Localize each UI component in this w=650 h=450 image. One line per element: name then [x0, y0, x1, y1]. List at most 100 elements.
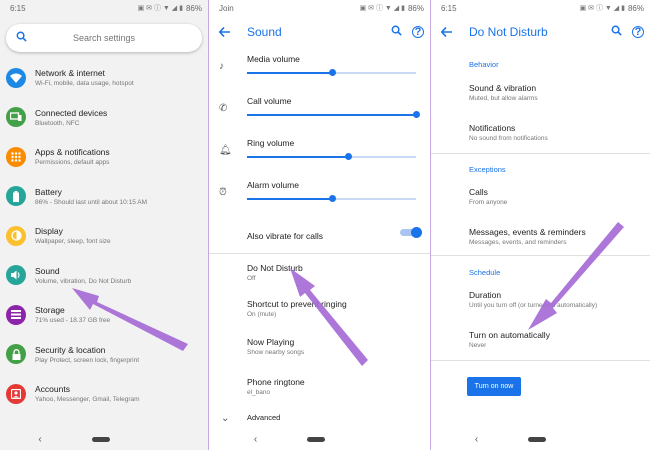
back-arrow-icon[interactable]: [218, 25, 247, 40]
settings-item-title: Security & location: [35, 344, 106, 355]
status-icons: ▣ ✉ ⓘ ▼ ◢ ▮: [579, 5, 625, 12]
sound-panel: Join ▣ ✉ ⓘ ▼ ◢ ▮ 86% Sound ? ♪ Media vol…: [208, 0, 430, 450]
settings-item-subtitle: Wi-Fi, mobile, data usage, hotspot: [35, 80, 134, 88]
section-exceptions: Exceptions: [469, 165, 506, 174]
row-title: Messages, events & reminders: [469, 227, 586, 237]
row-title: Shortcut to prevent ringing: [247, 299, 347, 309]
alarm-volume-row: ⏰︎ Alarm volume: [209, 174, 430, 216]
notifications-row[interactable]: Notifications No sound from notification…: [431, 123, 650, 153]
wifi-icon: [6, 67, 26, 88]
row-title: Duration: [469, 290, 502, 300]
sound-vibration-row[interactable]: Sound & vibration Muted, but allow alarm…: [431, 83, 650, 123]
row-subtitle: No sound from notifications: [469, 135, 548, 142]
settings-item-subtitle: Volume, vibration, Do Not Disturb: [35, 277, 132, 285]
settings-item-title: Apps & notifications: [35, 147, 110, 158]
media-volume-row: ♪ Media volume: [209, 48, 430, 90]
settings-item-subtitle: Wallpaper, sleep, font size: [35, 238, 111, 246]
battery-icon: [6, 186, 26, 207]
duration-row[interactable]: Duration Until you turn off (or turned o…: [431, 290, 650, 330]
settings-item-title: Battery: [35, 186, 62, 197]
call-volume-row: ✆ Call volume: [209, 90, 430, 132]
do-not-disturb-row[interactable]: Do Not Disturb Off: [209, 254, 430, 296]
row-subtitle: From anyone: [469, 199, 508, 206]
messages-row[interactable]: Messages, events & reminders Messages, e…: [431, 227, 650, 255]
settings-item-subtitle: Play Protect, screen lock, fingerprint: [35, 356, 140, 364]
page-title: Sound: [247, 25, 282, 39]
advanced-row[interactable]: ⌄ Advanced: [209, 410, 430, 424]
turn-on-now-button[interactable]: Turn on now: [467, 377, 521, 396]
divider: [431, 255, 650, 256]
media-volume-slider[interactable]: [247, 69, 416, 76]
settings-list: Network & internet Wi-Fi, mobile, data us…: [0, 58, 208, 414]
ring-volume-slider[interactable]: [247, 153, 416, 160]
settings-item-title: Display: [35, 226, 63, 237]
phone-icon: ✆: [219, 103, 228, 114]
status-time: 6:15: [441, 3, 457, 13]
row-title: Now Playing: [247, 337, 295, 347]
help-icon[interactable]: ?: [632, 26, 644, 38]
search-icon[interactable]: [611, 25, 622, 39]
help-icon[interactable]: ?: [412, 26, 424, 38]
status-battery: 86%: [627, 3, 644, 13]
settings-item-subtitle: Yahoo, Messenger, Gmail, Telegram: [35, 396, 140, 404]
row-subtitle: Off: [247, 275, 256, 282]
nav-home-pill[interactable]: [528, 436, 547, 442]
page-title: Do Not Disturb: [469, 25, 548, 39]
vibrate-row[interactable]: Also vibrate for calls: [209, 226, 430, 253]
settings-item-accounts[interactable]: Accounts Yahoo, Messenger, Gmail, Telegra…: [0, 374, 208, 414]
music-note-icon: ♪: [219, 61, 224, 72]
alarm-volume-slider[interactable]: [247, 195, 416, 202]
shortcut-row[interactable]: Shortcut to prevent ringing On (mute): [209, 296, 430, 334]
nav-back-icon[interactable]: ‹: [475, 434, 478, 445]
row-subtitle: Muted, but allow alarms: [469, 95, 538, 102]
settings-item-connected-devices[interactable]: Connected devices Bluetooth, NFC: [0, 98, 208, 138]
ringtone-row[interactable]: Phone ringtone el_bano: [209, 374, 430, 410]
storage-icon: [6, 304, 26, 325]
app-bar: Do Not Disturb ?: [431, 16, 650, 48]
settings-item-title: Network & internet: [35, 68, 105, 79]
settings-item-security[interactable]: Security & location Play Protect, screen …: [0, 335, 208, 375]
now-playing-row[interactable]: Now Playing Show nearby songs: [209, 334, 430, 374]
sound-icon: [6, 265, 26, 286]
row-title: Sound & vibration: [469, 83, 537, 93]
calls-row[interactable]: Calls From anyone: [431, 187, 650, 227]
devices-icon: [6, 107, 26, 128]
settings-item-subtitle: 71% used - 18.37 GB free: [35, 317, 111, 325]
section-schedule: Schedule: [469, 268, 501, 277]
ring-volume-row: 🔔︎ Ring volume: [209, 132, 430, 174]
nav-bar: ‹: [431, 428, 650, 450]
back-arrow-icon[interactable]: [440, 25, 469, 40]
row-title: Calls: [469, 187, 488, 197]
nav-home-pill[interactable]: [91, 436, 110, 442]
settings-panel: 6:15 ▣ ✉ ⓘ ▼ ◢ ▮ 86% Network & internetW…: [0, 0, 208, 450]
row-subtitle: Show nearby songs: [247, 349, 305, 356]
nav-bar: ‹: [209, 428, 430, 450]
row-subtitle: Messages, events, and reminders: [469, 239, 567, 246]
settings-item-network[interactable]: Network & internet Wi-Fi, mobile, data us…: [0, 58, 208, 98]
settings-item-battery[interactable]: Battery 86% - Should last until about 10:…: [0, 177, 208, 217]
volume-title: Ring volume: [247, 138, 295, 148]
settings-item-storage[interactable]: Storage 71% used - 18.37 GB free: [0, 295, 208, 335]
row-subtitle: Until you turn off (or turned on automat…: [469, 302, 598, 309]
settings-item-title: Storage: [35, 305, 65, 316]
nav-home-pill[interactable]: [307, 436, 326, 442]
divider: [431, 360, 650, 361]
nav-back-icon[interactable]: ‹: [38, 434, 41, 445]
settings-item-apps[interactable]: Apps & notifications Permissions, default…: [0, 137, 208, 177]
search-bar[interactable]: [6, 24, 202, 52]
divider: [431, 153, 650, 154]
do-not-disturb-panel: 6:15 ▣ ✉ ⓘ ▼ ◢ ▮ 86% Do Not Disturb ? Be…: [430, 0, 650, 450]
settings-item-display[interactable]: Display Wallpaper, sleep, font size: [0, 216, 208, 256]
settings-item-subtitle: 86% - Should last until about 10:15 AM: [35, 198, 148, 206]
search-icon[interactable]: [391, 25, 402, 39]
settings-item-sound[interactable]: Sound Volume, vibration, Do Not Disturb: [0, 256, 208, 296]
display-icon: [6, 225, 26, 246]
turn-on-automatically-row[interactable]: Turn on automatically Never: [431, 330, 650, 360]
nav-back-icon[interactable]: ‹: [254, 434, 257, 445]
status-bar: 6:15 ▣ ✉ ⓘ ▼ ◢ ▮ 86%: [0, 0, 208, 16]
status-icons: ▣ ✉ ⓘ ▼ ◢ ▮: [359, 5, 405, 12]
call-volume-slider[interactable]: [247, 111, 420, 118]
row-title: Turn on automatically: [469, 330, 550, 340]
vibrate-toggle[interactable]: [400, 226, 422, 238]
search-input[interactable]: [36, 33, 172, 43]
